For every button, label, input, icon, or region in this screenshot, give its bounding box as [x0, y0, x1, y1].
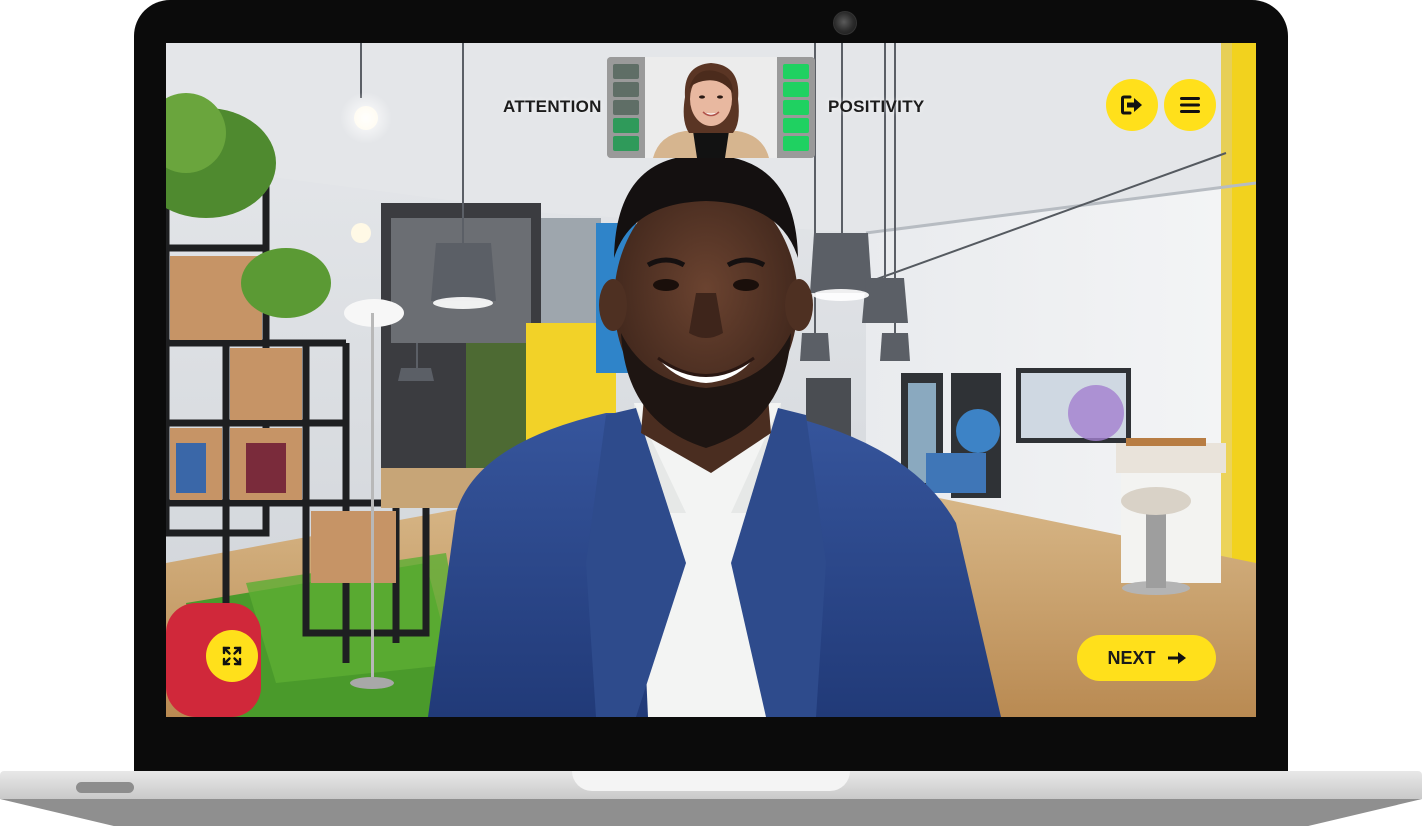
meter-segment — [783, 136, 809, 151]
meter-segment — [783, 64, 809, 79]
expand-icon — [222, 646, 242, 666]
next-button[interactable]: NEXT — [1077, 635, 1216, 681]
self-view-portrait — [645, 57, 777, 158]
video-screen: ATTENTION POSITIVITY NEXT — [166, 43, 1256, 717]
exit-arrow-icon — [1121, 95, 1142, 115]
meter-segment — [613, 82, 639, 97]
fullscreen-button[interactable] — [206, 630, 258, 682]
meter-segment — [783, 118, 809, 133]
meter-segment — [613, 118, 639, 133]
laptop-base-shadow — [0, 799, 1422, 826]
menu-button[interactable] — [1164, 79, 1216, 131]
arrow-right-icon — [1167, 652, 1186, 664]
hamburger-menu-icon — [1180, 97, 1200, 113]
meter-segment — [613, 136, 639, 151]
laptop-port — [76, 782, 134, 793]
self-view-video — [645, 57, 777, 158]
exit-button[interactable] — [1106, 79, 1158, 131]
meter-segment — [613, 64, 639, 79]
meter-segment — [613, 100, 639, 115]
attention-meter — [607, 57, 645, 158]
meter-segment — [783, 100, 809, 115]
next-button-label: NEXT — [1107, 647, 1156, 668]
feedback-meter-panel — [607, 57, 815, 158]
webcam-icon — [833, 11, 857, 35]
meter-segment — [783, 82, 809, 97]
positivity-label: POSITIVITY — [828, 97, 925, 116]
attention-label: ATTENTION — [503, 97, 602, 116]
laptop-frame: ATTENTION POSITIVITY NEXT — [0, 0, 1422, 826]
laptop-opening-notch — [572, 771, 850, 791]
positivity-meter — [777, 57, 815, 158]
